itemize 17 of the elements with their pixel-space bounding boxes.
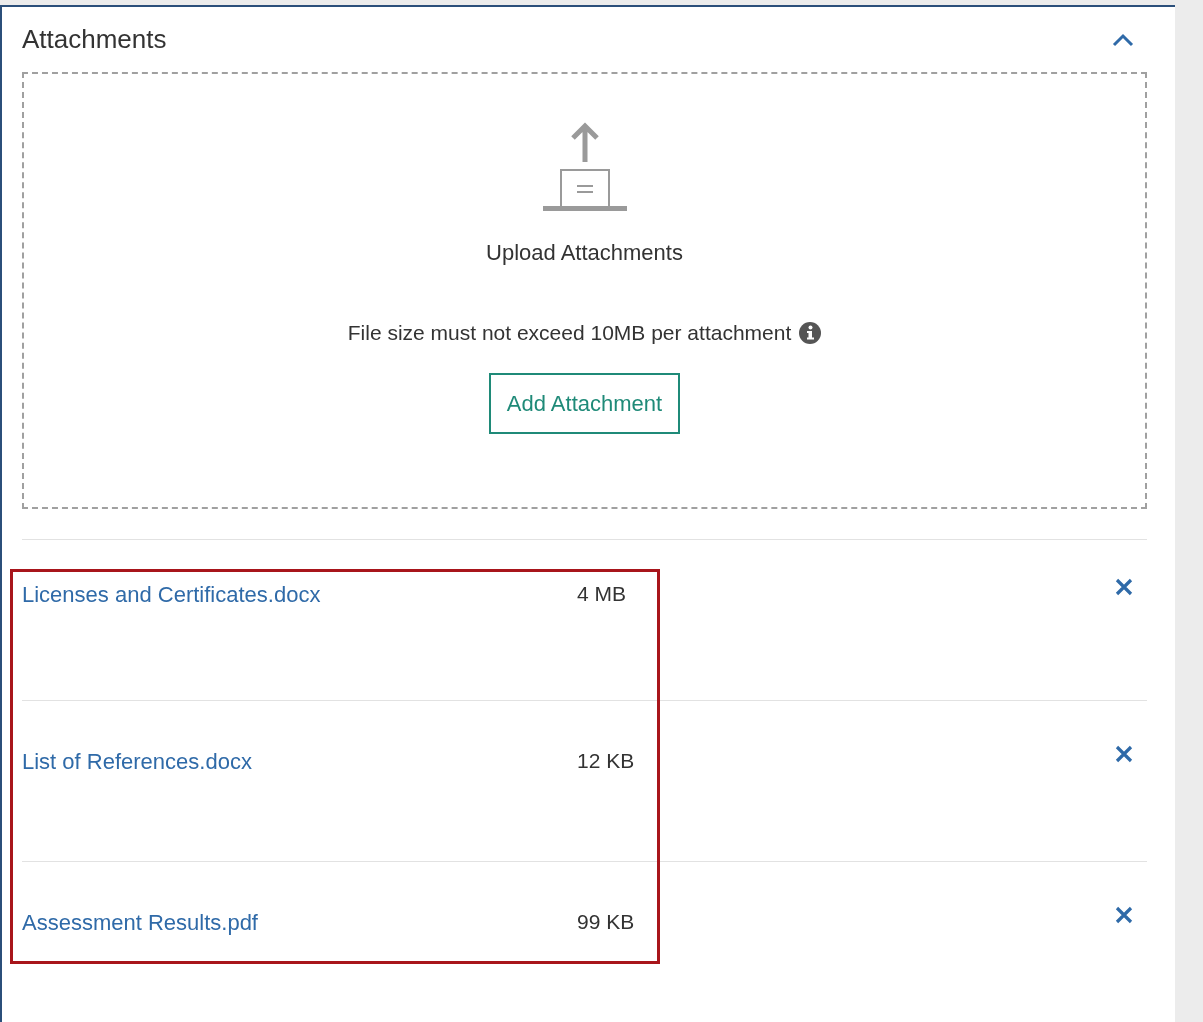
info-icon[interactable] — [799, 321, 822, 344]
add-attachment-button[interactable]: Add Attachment — [488, 372, 681, 434]
panel-title: Attachments — [22, 23, 167, 56]
file-size: 99 KB — [577, 909, 636, 935]
file-link[interactable]: Assessment Results.pdf — [22, 906, 577, 939]
upload-icon — [542, 122, 627, 212]
upload-heading: Upload Attachments — [486, 239, 683, 267]
file-size: 12 KB — [577, 748, 636, 774]
close-icon — [1115, 906, 1133, 924]
file-link[interactable]: Licenses and Certificates.docx — [22, 578, 577, 611]
close-icon — [1115, 578, 1133, 596]
close-icon — [1115, 745, 1133, 763]
chevron-up-icon[interactable] — [1111, 31, 1135, 48]
file-link[interactable]: List of References.docx — [22, 745, 577, 778]
file-size-note: File size must not exceed 10MB per attachment — [347, 320, 792, 346]
upload-dropzone[interactable]: Upload Attachments File size must not exceed 10MB per attachment Add Attachment — [22, 72, 1147, 509]
file-size: 4 MB — [577, 581, 627, 607]
